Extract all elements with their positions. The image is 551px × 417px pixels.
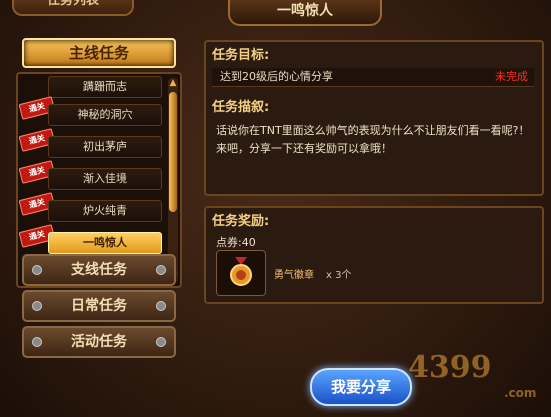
task-name: 蹒跚而志 [48,76,162,98]
rivet-icon [32,301,42,311]
goal-row: 达到20级后的心情分享 未完成 [212,68,534,87]
rivet-icon [156,337,166,347]
rivet-icon [32,265,42,275]
event-quest-button[interactable]: 活动任务 [22,326,176,358]
task-list-tab: 任务列表 [12,0,134,16]
reward-coupon: 点券:40 [216,236,256,249]
daily-quest-button[interactable]: 日常任务 [22,290,176,322]
side-quest-label: 支线任务 [71,262,127,278]
task-detail-panel: 任务目标: 达到20级后的心情分享 未完成 任务描叙: 话说你在TNT里面这么帅… [204,40,544,196]
courage-medal-icon [230,257,252,286]
task-name: 神秘的洞穴 [48,104,162,126]
reward-item-qty: x 3个 [326,270,352,281]
task-name: 炉火纯青 [48,200,162,222]
reward-item-name: 勇气徽章 [274,270,314,281]
list-item-active[interactable]: 通关 一鸣惊人 [18,224,164,254]
goal-status: 未完成 [495,70,528,83]
list-item[interactable]: 通关 炉火纯青 [18,192,164,222]
list-item[interactable]: 通关 神秘的洞穴 [18,96,164,126]
scroll-up-icon[interactable]: ▲ [168,78,178,88]
rivet-icon [156,265,166,275]
list-item[interactable]: 通关 渐入佳境 [18,160,164,190]
list-item[interactable]: 通关 初出茅庐 [18,128,164,158]
list-item[interactable]: 蹒跚而志 [22,76,164,98]
site-logo: 4399 .com [408,350,548,414]
reward-header: 任务奖励: [212,214,270,229]
rivet-icon [156,301,166,311]
task-list-panel: 主线任务 蹒跚而志 通关 神秘的洞穴 通关 初出茅庐 通关 渐入佳境 通关 炉火… [10,32,182,367]
scroll-thumb[interactable] [169,92,177,212]
side-quest-button[interactable]: 支线任务 [22,254,176,286]
reward-item-slot[interactable] [216,250,266,296]
description-text: 话说你在TNT里面这么帅气的表现为什么不让朋友们看一看呢?！来吧，分享一下还有奖… [216,124,530,155]
task-name: 一鸣惊人 [48,232,162,254]
goal-text: 达到20级后的心情分享 [220,70,333,83]
share-button[interactable]: 我要分享 [310,368,412,406]
logo-sub: .com [504,386,537,400]
task-title: 一鸣惊人 [228,0,382,26]
description-header: 任务描叙: [212,100,270,115]
event-quest-label: 活动任务 [71,334,127,350]
daily-quest-label: 日常任务 [71,298,127,314]
main-quest-header[interactable]: 主线任务 [22,38,176,68]
logo-main: 4399 [408,350,492,385]
game-window: 任务列表 一鸣惊人 主线任务 蹒跚而志 通关 神秘的洞穴 通关 初出茅庐 通关 … [0,0,551,417]
task-name: 渐入佳境 [48,168,162,190]
task-name: 初出茅庐 [48,136,162,158]
rivet-icon [32,337,42,347]
goal-header: 任务目标: [212,48,270,63]
reward-panel: 任务奖励: 点券:40 勇气徽章 x 3个 [204,206,544,304]
task-list-scrollbar[interactable]: ▲ ▼ [168,78,178,282]
